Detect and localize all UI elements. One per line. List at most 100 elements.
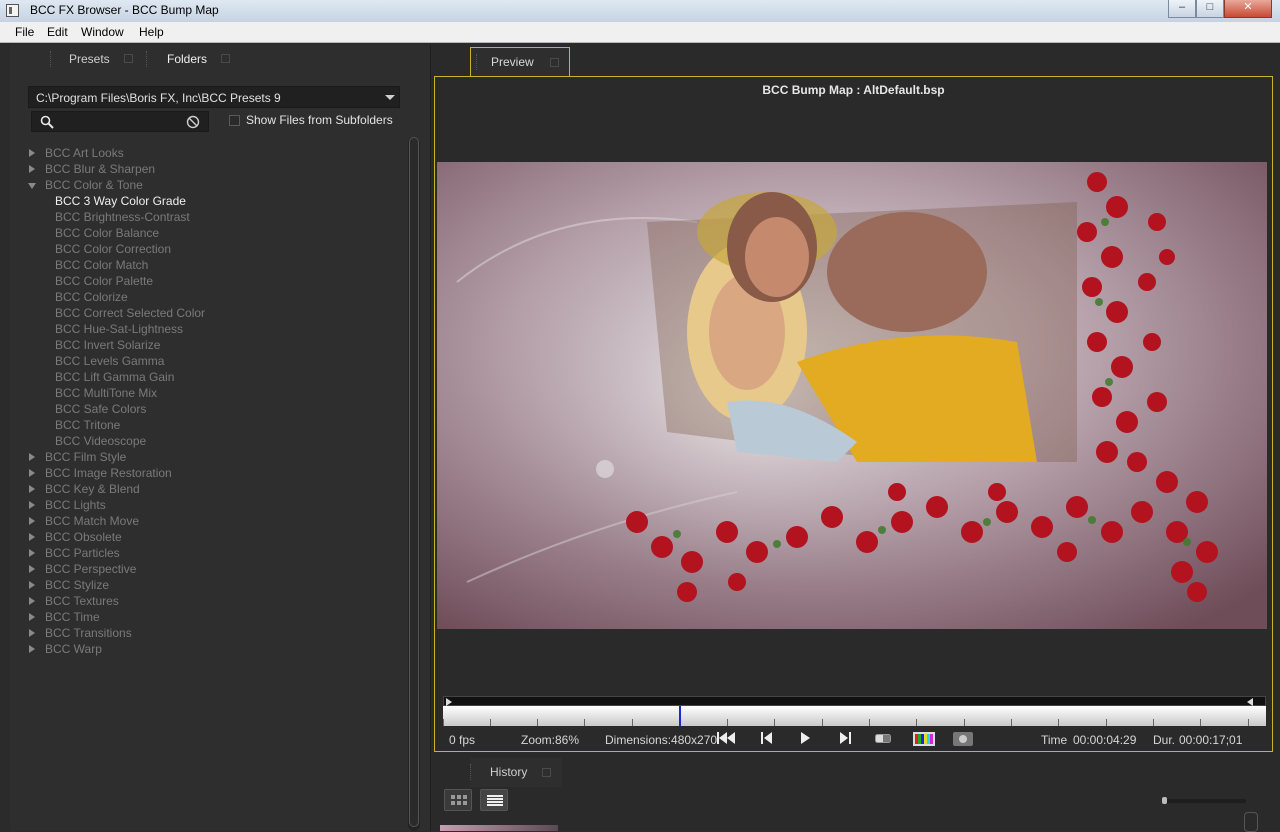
tree-item[interactable]: BCC Videoscope bbox=[55, 433, 146, 449]
tree-category-open[interactable]: BCC Color & Tone bbox=[28, 177, 143, 193]
tree-item-selected[interactable]: BCC 3 Way Color Grade bbox=[55, 193, 186, 209]
expand-arrow-icon[interactable] bbox=[29, 533, 35, 541]
tree-category[interactable]: BCC Lights bbox=[29, 497, 106, 513]
chevron-down-icon[interactable] bbox=[385, 95, 395, 100]
ruler-tick bbox=[774, 719, 775, 726]
tree-item[interactable]: BCC Correct Selected Color bbox=[55, 305, 205, 321]
tree-category[interactable]: BCC Blur & Sharpen bbox=[29, 161, 155, 177]
range-end-icon[interactable] bbox=[1247, 698, 1253, 706]
tab-close-icon[interactable] bbox=[124, 54, 133, 63]
snapshot-icon[interactable] bbox=[953, 732, 973, 746]
tree-category-label: BCC Match Move bbox=[45, 514, 140, 528]
expand-arrow-icon[interactable] bbox=[29, 629, 35, 637]
tab-presets[interactable]: Presets bbox=[50, 45, 144, 73]
tree-category[interactable]: BCC Transitions bbox=[29, 625, 132, 641]
ruler-tick bbox=[964, 719, 965, 726]
step-back-icon[interactable] bbox=[759, 732, 775, 746]
timeline-range-bar[interactable] bbox=[443, 696, 1266, 706]
expand-arrow-icon[interactable] bbox=[29, 581, 35, 589]
play-icon[interactable] bbox=[797, 732, 813, 746]
collapse-arrow-icon[interactable] bbox=[28, 183, 36, 189]
expand-arrow-icon[interactable] bbox=[29, 565, 35, 573]
tab-preview[interactable]: Preview bbox=[470, 47, 570, 77]
expand-arrow-icon[interactable] bbox=[29, 549, 35, 557]
tree-category[interactable]: BCC Film Style bbox=[29, 449, 126, 465]
tree-item[interactable]: BCC Color Palette bbox=[55, 273, 153, 289]
expand-arrow-icon[interactable] bbox=[29, 149, 35, 157]
tree-item[interactable]: BCC Hue-Sat-Lightness bbox=[55, 321, 183, 337]
color-bars-icon[interactable] bbox=[913, 732, 935, 746]
close-button[interactable]: ✕ bbox=[1224, 0, 1272, 18]
menu-file[interactable]: File bbox=[15, 25, 34, 39]
tree-category[interactable]: BCC Key & Blend bbox=[29, 481, 140, 497]
preview-image-art bbox=[437, 162, 1267, 629]
maximize-button[interactable]: □ bbox=[1196, 0, 1224, 18]
expand-arrow-icon[interactable] bbox=[29, 645, 35, 653]
tree-category[interactable]: BCC Stylize bbox=[29, 577, 109, 593]
thumbnail-size-slider[interactable] bbox=[1162, 797, 1246, 804]
tree-item[interactable]: BCC Safe Colors bbox=[55, 401, 146, 417]
tree-item[interactable]: BCC Color Correction bbox=[55, 241, 171, 257]
tree-item[interactable]: BCC Color Balance bbox=[55, 225, 159, 241]
tree-category[interactable]: BCC Image Restoration bbox=[29, 465, 172, 481]
expand-arrow-icon[interactable] bbox=[29, 485, 35, 493]
expand-arrow-icon[interactable] bbox=[29, 517, 35, 525]
tab-close-icon[interactable] bbox=[550, 58, 559, 67]
tree-item[interactable]: BCC Brightness-Contrast bbox=[55, 209, 190, 225]
range-start-icon[interactable] bbox=[446, 698, 452, 706]
tree-category[interactable]: BCC Time bbox=[29, 609, 100, 625]
expand-arrow-icon[interactable] bbox=[29, 613, 35, 621]
tab-close-icon[interactable] bbox=[542, 768, 551, 777]
tree-item[interactable]: BCC Levels Gamma bbox=[55, 353, 164, 369]
tree-category[interactable]: BCC Particles bbox=[29, 545, 120, 561]
tree-item[interactable]: BCC Invert Solarize bbox=[55, 337, 160, 353]
tab-close-icon[interactable] bbox=[221, 54, 230, 63]
duration-value: 00:00:17;01 bbox=[1179, 733, 1243, 747]
tab-folders[interactable]: Folders bbox=[146, 45, 240, 73]
menu-help[interactable]: Help bbox=[139, 25, 164, 39]
step-forward-icon[interactable] bbox=[837, 732, 853, 746]
tree-scrollbar-thumb[interactable] bbox=[409, 137, 419, 827]
tree-category[interactable]: BCC Perspective bbox=[29, 561, 136, 577]
timeline-ruler[interactable] bbox=[443, 706, 1266, 726]
history-scrollbar[interactable] bbox=[1244, 812, 1258, 832]
expand-arrow-icon[interactable] bbox=[29, 597, 35, 605]
tree-item[interactable]: BCC Tritone bbox=[55, 417, 120, 433]
slider-knob[interactable] bbox=[1162, 797, 1167, 804]
tree-category[interactable]: BCC Textures bbox=[29, 593, 119, 609]
tree-category[interactable]: BCC Obsolete bbox=[29, 529, 122, 545]
tree-category-label: BCC Color & Tone bbox=[45, 178, 143, 192]
tree-item[interactable]: BCC Lift Gamma Gain bbox=[55, 369, 174, 385]
timeline[interactable] bbox=[443, 696, 1266, 728]
expand-arrow-icon[interactable] bbox=[29, 501, 35, 509]
grid-view-button[interactable] bbox=[444, 789, 472, 811]
skip-to-start-icon[interactable] bbox=[717, 732, 735, 746]
list-view-icon bbox=[487, 795, 503, 806]
expand-arrow-icon[interactable] bbox=[29, 165, 35, 173]
list-view-button[interactable] bbox=[480, 789, 508, 811]
playhead[interactable] bbox=[679, 706, 681, 726]
menu-window[interactable]: Window bbox=[81, 25, 124, 39]
expand-arrow-icon[interactable] bbox=[29, 453, 35, 461]
duration-label: Dur. bbox=[1153, 733, 1176, 747]
minimize-button[interactable]: – bbox=[1168, 0, 1196, 18]
tree-item[interactable]: BCC Color Match bbox=[55, 257, 148, 273]
ruler-tick bbox=[537, 719, 538, 726]
clear-search-icon[interactable] bbox=[186, 115, 200, 129]
show-subfolders-checkbox[interactable] bbox=[229, 115, 240, 126]
preset-folder-select[interactable]: C:\Program Files\Boris FX, Inc\BCC Prese… bbox=[28, 86, 400, 108]
search-input[interactable] bbox=[31, 111, 209, 132]
tree-category[interactable]: BCC Art Looks bbox=[29, 145, 124, 161]
tab-presets-label: Presets bbox=[69, 52, 110, 66]
menu-edit[interactable]: Edit bbox=[47, 25, 68, 39]
tree-category[interactable]: BCC Match Move bbox=[29, 513, 140, 529]
expand-arrow-icon[interactable] bbox=[29, 469, 35, 477]
window-title: BCC FX Browser - BCC Bump Map bbox=[30, 3, 219, 17]
tree-item[interactable]: BCC MultiTone Mix bbox=[55, 385, 157, 401]
tab-history[interactable]: History bbox=[470, 758, 562, 788]
tree-scrollbar[interactable] bbox=[408, 137, 420, 831]
tree-item[interactable]: BCC Colorize bbox=[55, 289, 128, 305]
tree-category[interactable]: BCC Warp bbox=[29, 641, 102, 657]
loop-toggle-icon[interactable] bbox=[875, 732, 891, 746]
history-thumbnail[interactable] bbox=[440, 825, 558, 831]
